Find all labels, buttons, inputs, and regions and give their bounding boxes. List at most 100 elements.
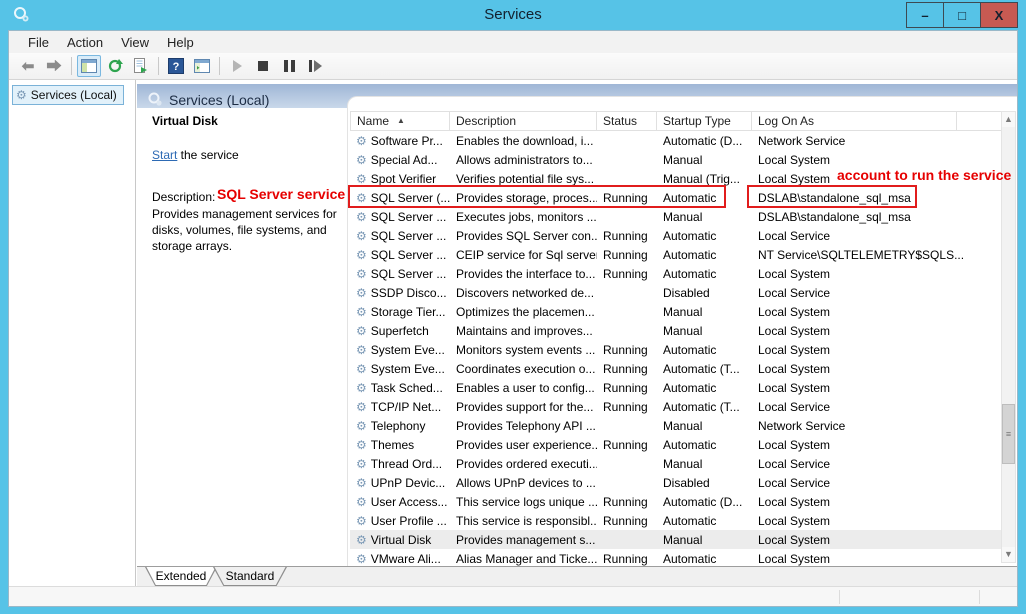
table-row[interactable]: ⚙User Profile ... This service is respon… xyxy=(350,511,1005,530)
forward-button[interactable]: ⮕ xyxy=(42,55,66,77)
action-suffix: the service xyxy=(177,148,238,162)
table-row[interactable]: ⚙SSDP Disco... Discovers networked de...… xyxy=(350,283,1005,302)
forward-arrow-icon: ⮕ xyxy=(46,59,61,74)
start-service-button[interactable] xyxy=(225,55,249,77)
column-header-startup-type[interactable]: Startup Type xyxy=(657,111,752,131)
services-window: Services – □ X File Action View Help ⬅ ⮕ xyxy=(0,0,1026,614)
column-header-name[interactable]: Name▲ xyxy=(350,111,450,131)
table-row[interactable]: ⚙SQL Server ... CEIP service for Sql ser… xyxy=(350,245,1005,264)
table-row[interactable]: ⚙User Access... This service logs unique… xyxy=(350,492,1005,511)
pause-icon xyxy=(284,60,295,72)
service-gear-icon: ⚙ xyxy=(356,325,367,337)
service-gear-icon: ⚙ xyxy=(356,534,367,546)
table-row[interactable]: ⚙Telephony Provides Telephony API ... Ma… xyxy=(350,416,1005,435)
table-row[interactable]: ⚙TCP/IP Net... Provides support for the.… xyxy=(350,397,1005,416)
table-row[interactable]: ⚙System Eve... Monitors system events ..… xyxy=(350,340,1005,359)
toolbar-separator xyxy=(219,57,220,75)
service-gear-icon: ⚙ xyxy=(356,458,367,470)
maximize-button[interactable]: □ xyxy=(943,2,981,28)
play-icon xyxy=(233,60,242,72)
table-row[interactable]: ⚙Software Pr... Enables the download, i.… xyxy=(350,131,1005,150)
service-gear-icon: ⚙ xyxy=(356,515,367,527)
service-gear-icon: ⚙ xyxy=(356,230,367,242)
annotation-sql-server-service: SQL Server service xyxy=(217,186,345,202)
title-bar: Services – □ X xyxy=(0,0,1026,30)
window-title: Services xyxy=(0,6,1026,23)
column-header-status[interactable]: Status xyxy=(597,111,657,131)
minimize-button[interactable]: – xyxy=(906,2,944,28)
service-gear-icon: ⚙ xyxy=(356,420,367,432)
refresh-icon xyxy=(107,58,123,74)
console-tree-pane: ⚙ Services (Local) xyxy=(9,80,136,586)
toolbar: ⬅ ⮕ ? xyxy=(9,53,1017,80)
annotation-box-sql-server-row xyxy=(348,185,726,208)
description-label: Description: xyxy=(152,190,215,204)
menu-file[interactable]: File xyxy=(19,33,58,52)
table-row[interactable]: ⚙UPnP Devic... Allows UPnP devices to ..… xyxy=(350,473,1005,492)
service-gear-icon: ⚙ xyxy=(356,287,367,299)
tree-item-label: Services (Local) xyxy=(31,88,117,102)
services-gear-icon: ⚙ xyxy=(16,89,27,101)
table-row[interactable]: ⚙Superfetch Maintains and improves... Ma… xyxy=(350,321,1005,340)
service-action-line: Start the service xyxy=(152,148,239,162)
help-icon: ? xyxy=(168,58,184,74)
table-row[interactable]: ⚙SQL Server ... Provides the interface t… xyxy=(350,264,1005,283)
show-action-pane-button[interactable] xyxy=(190,55,214,77)
panel-header-title: Services (Local) xyxy=(169,92,269,108)
service-gear-icon: ⚙ xyxy=(356,135,367,147)
svg-text:?: ? xyxy=(173,61,180,73)
menu-help[interactable]: Help xyxy=(158,33,203,52)
service-gear-icon: ⚙ xyxy=(356,439,367,451)
back-arrow-icon: ⬅ xyxy=(22,59,35,74)
toolbar-separator xyxy=(158,57,159,75)
service-gear-icon: ⚙ xyxy=(356,268,367,280)
service-gear-icon: ⚙ xyxy=(356,382,367,394)
refresh-button[interactable] xyxy=(103,55,127,77)
table-row[interactable]: ⚙Themes Provides user experience... Runn… xyxy=(350,435,1005,454)
table-row[interactable]: ⚙Task Sched... Enables a user to config.… xyxy=(350,378,1005,397)
service-gear-icon: ⚙ xyxy=(356,306,367,318)
column-header-log-on-as[interactable]: Log On As xyxy=(752,111,957,131)
table-row[interactable]: ⚙Virtual Disk Provides management s... M… xyxy=(350,530,1005,549)
scroll-up-arrow[interactable]: ▲ xyxy=(1002,112,1015,127)
scroll-down-arrow[interactable]: ▼ xyxy=(1002,547,1015,562)
export-list-button[interactable] xyxy=(129,55,153,77)
start-service-link[interactable]: Start xyxy=(152,148,177,162)
column-header-description[interactable]: Description xyxy=(450,111,597,131)
table-row[interactable]: ⚙Storage Tier... Optimizes the placemen.… xyxy=(350,302,1005,321)
stop-icon xyxy=(258,61,268,71)
menu-action[interactable]: Action xyxy=(58,33,112,52)
scrollbar-thumb[interactable]: ≡ xyxy=(1002,404,1015,464)
console-tree-icon xyxy=(81,59,97,73)
restart-service-button[interactable] xyxy=(303,55,327,77)
table-row[interactable]: ⚙SQL Server ... Executes jobs, monitors … xyxy=(350,207,1005,226)
menu-view[interactable]: View xyxy=(112,33,158,52)
table-row[interactable]: ⚙System Eve... Coordinates execution o..… xyxy=(350,359,1005,378)
status-separator xyxy=(979,590,980,604)
status-bar xyxy=(9,586,1017,606)
tree-item-services-local[interactable]: ⚙ Services (Local) xyxy=(12,85,124,105)
table-row[interactable]: ⚙SQL Server ... Provides SQL Server con.… xyxy=(350,226,1005,245)
list-header: Name▲ Description Status Startup Type Lo… xyxy=(350,111,1005,131)
action-pane-icon xyxy=(194,59,210,73)
toolbar-separator xyxy=(71,57,72,75)
description-text: Provides management services for disks, … xyxy=(152,206,348,254)
service-gear-icon: ⚙ xyxy=(356,553,367,565)
service-gear-icon: ⚙ xyxy=(356,344,367,356)
column-header-filler xyxy=(957,111,1005,131)
stop-service-button[interactable] xyxy=(251,55,275,77)
pause-service-button[interactable] xyxy=(277,55,301,77)
service-gear-icon: ⚙ xyxy=(356,401,367,413)
service-gear-icon: ⚙ xyxy=(356,249,367,261)
help-button[interactable]: ? xyxy=(164,55,188,77)
menu-bar: File Action View Help xyxy=(9,31,1017,53)
show-console-tree-button[interactable] xyxy=(77,55,101,77)
service-gear-icon: ⚙ xyxy=(356,496,367,508)
tab-standard[interactable]: Standard xyxy=(213,567,287,586)
table-row[interactable]: ⚙Thread Ord... Provides ordered executi.… xyxy=(350,454,1005,473)
sort-ascending-icon: ▲ xyxy=(397,116,405,125)
tab-extended[interactable]: Extended xyxy=(145,567,217,586)
view-tab-bar: Extended Standard xyxy=(137,566,1017,586)
back-button[interactable]: ⬅ xyxy=(16,55,40,77)
close-button[interactable]: X xyxy=(980,2,1018,28)
